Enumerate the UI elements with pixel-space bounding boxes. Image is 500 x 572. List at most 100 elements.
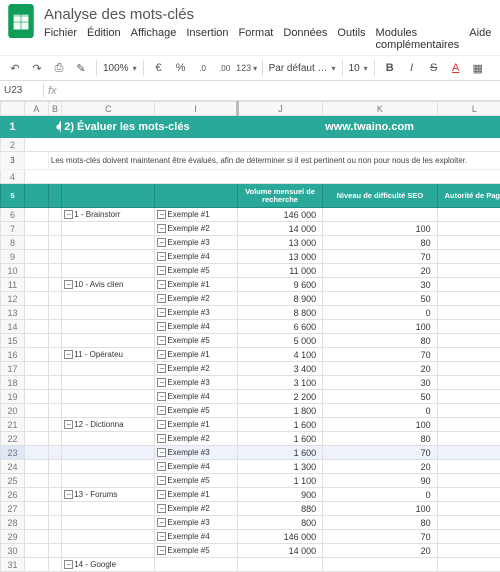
row-collapse-icon[interactable]: − bbox=[157, 462, 166, 471]
row-collapse-icon[interactable]: − bbox=[157, 448, 166, 457]
example-label[interactable]: −Exemple #3 bbox=[155, 446, 238, 460]
row-header[interactable]: 5 bbox=[1, 184, 25, 208]
example-label[interactable]: −Exemple #2 bbox=[155, 362, 238, 376]
print-button[interactable]: ⎙ bbox=[50, 59, 68, 77]
example-label[interactable]: −Exemple #1 bbox=[155, 278, 238, 292]
group-collapse-icon[interactable]: − bbox=[64, 560, 73, 569]
row-collapse-icon[interactable]: − bbox=[157, 434, 166, 443]
example-label[interactable]: −Exemple #2 bbox=[155, 292, 238, 306]
example-label[interactable]: −Exemple #1 bbox=[155, 418, 238, 432]
col-header[interactable]: B bbox=[48, 102, 61, 116]
row-header[interactable]: 18 bbox=[1, 376, 25, 390]
more-formats-button[interactable]: 123 bbox=[238, 59, 256, 77]
row-header[interactable]: 17 bbox=[1, 362, 25, 376]
example-label[interactable]: −Exemple #3 bbox=[155, 306, 238, 320]
row-collapse-icon[interactable]: − bbox=[157, 490, 166, 499]
row-collapse-icon[interactable]: − bbox=[157, 392, 166, 401]
col-header[interactable]: A bbox=[24, 102, 48, 116]
row-collapse-icon[interactable]: − bbox=[157, 308, 166, 317]
bold-button[interactable]: B bbox=[381, 59, 399, 77]
row-collapse-icon[interactable]: − bbox=[157, 266, 166, 275]
select-all-cell[interactable] bbox=[1, 102, 25, 116]
row-header[interactable]: 22 bbox=[1, 432, 25, 446]
spreadsheet-grid[interactable]: A B C I J K L M N 12) Évaluer les mots-c… bbox=[0, 101, 500, 572]
group-collapse-icon[interactable]: − bbox=[64, 420, 73, 429]
example-label[interactable]: −Exemple #4 bbox=[155, 320, 238, 334]
example-label[interactable]: −Exemple #5 bbox=[155, 544, 238, 558]
example-label[interactable]: −Exemple #2 bbox=[155, 502, 238, 516]
menu-data[interactable]: Données bbox=[283, 27, 327, 51]
row-header[interactable]: 26 bbox=[1, 488, 25, 502]
strikethrough-button[interactable]: S bbox=[425, 59, 443, 77]
row-header[interactable]: 15 bbox=[1, 334, 25, 348]
row-header[interactable]: 4 bbox=[1, 170, 25, 184]
example-label[interactable]: −Exemple #2 bbox=[155, 222, 238, 236]
row-header[interactable]: 24 bbox=[1, 460, 25, 474]
row-header[interactable]: 6 bbox=[1, 208, 25, 222]
row-header[interactable]: 19 bbox=[1, 390, 25, 404]
increase-decimal-button[interactable]: .00 bbox=[216, 59, 234, 77]
row-header[interactable]: 9 bbox=[1, 250, 25, 264]
row-header[interactable]: 10 bbox=[1, 264, 25, 278]
row-header[interactable]: 28 bbox=[1, 516, 25, 530]
col-header[interactable]: K bbox=[323, 102, 437, 116]
paint-format-button[interactable]: ✎ bbox=[72, 59, 90, 77]
row-header[interactable]: 27 bbox=[1, 502, 25, 516]
name-box[interactable]: U23 bbox=[0, 83, 44, 98]
group-collapse-icon[interactable]: − bbox=[64, 210, 73, 219]
example-label[interactable]: −Exemple #2 bbox=[155, 432, 238, 446]
col-header[interactable]: J bbox=[237, 102, 322, 116]
row-collapse-icon[interactable]: − bbox=[157, 546, 166, 555]
example-label[interactable]: −Exemple #5 bbox=[155, 404, 238, 418]
group-label[interactable]: −11 - Opérateu bbox=[62, 348, 155, 362]
group-collapse-icon[interactable]: − bbox=[64, 350, 73, 359]
row-collapse-icon[interactable]: − bbox=[157, 504, 166, 513]
row-collapse-icon[interactable]: − bbox=[157, 532, 166, 541]
menu-file[interactable]: Fichier bbox=[44, 27, 77, 51]
example-label[interactable]: −Exemple #5 bbox=[155, 264, 238, 278]
row-collapse-icon[interactable]: − bbox=[157, 322, 166, 331]
example-label[interactable]: −Exemple #1 bbox=[155, 488, 238, 502]
example-label[interactable]: −Exemple #5 bbox=[155, 334, 238, 348]
row-header[interactable]: 23 bbox=[1, 446, 25, 460]
menu-insert[interactable]: Insertion bbox=[186, 27, 228, 51]
document-title[interactable]: Analyse des mots-clés bbox=[42, 4, 500, 25]
fill-color-button[interactable]: ▦ bbox=[469, 59, 487, 77]
row-header[interactable]: 21 bbox=[1, 418, 25, 432]
group-label[interactable]: −12 - Dictionna bbox=[62, 418, 155, 432]
row-header[interactable]: 8 bbox=[1, 236, 25, 250]
redo-button[interactable]: ↷ bbox=[28, 59, 46, 77]
example-label[interactable]: −Exemple #4 bbox=[155, 460, 238, 474]
row-header[interactable]: 12 bbox=[1, 292, 25, 306]
row-collapse-icon[interactable]: − bbox=[157, 238, 166, 247]
menu-help[interactable]: Aide bbox=[469, 27, 491, 51]
example-label[interactable]: −Exemple #5 bbox=[155, 474, 238, 488]
example-label[interactable]: −Exemple #3 bbox=[155, 236, 238, 250]
example-label[interactable]: −Exemple #4 bbox=[155, 530, 238, 544]
format-percent-button[interactable]: % bbox=[172, 59, 190, 77]
row-header[interactable]: 3 bbox=[1, 152, 25, 170]
group-collapse-icon[interactable]: − bbox=[64, 280, 73, 289]
row-collapse-icon[interactable]: − bbox=[157, 210, 166, 219]
row-header[interactable]: 1 bbox=[1, 116, 25, 138]
row-collapse-icon[interactable]: − bbox=[157, 252, 166, 261]
group-collapse-icon[interactable]: − bbox=[64, 490, 73, 499]
row-header[interactable]: 25 bbox=[1, 474, 25, 488]
col-header[interactable]: I bbox=[155, 102, 238, 116]
row-header[interactable]: 31 bbox=[1, 558, 25, 572]
row-collapse-icon[interactable]: − bbox=[157, 378, 166, 387]
group-label[interactable]: −13 - Forums bbox=[62, 488, 155, 502]
menu-format[interactable]: Format bbox=[239, 27, 274, 51]
row-header[interactable]: 14 bbox=[1, 320, 25, 334]
row-collapse-icon[interactable]: − bbox=[157, 420, 166, 429]
example-label[interactable]: −Exemple #4 bbox=[155, 390, 238, 404]
row-collapse-icon[interactable]: − bbox=[157, 364, 166, 373]
row-collapse-icon[interactable]: − bbox=[157, 518, 166, 527]
row-header[interactable]: 29 bbox=[1, 530, 25, 544]
group-label[interactable]: −14 - Google bbox=[62, 558, 155, 572]
row-collapse-icon[interactable]: − bbox=[157, 294, 166, 303]
menu-view[interactable]: Affichage bbox=[131, 27, 177, 51]
example-label[interactable]: −Exemple #3 bbox=[155, 516, 238, 530]
format-currency-button[interactable]: € bbox=[150, 59, 168, 77]
italic-button[interactable]: I bbox=[403, 59, 421, 77]
